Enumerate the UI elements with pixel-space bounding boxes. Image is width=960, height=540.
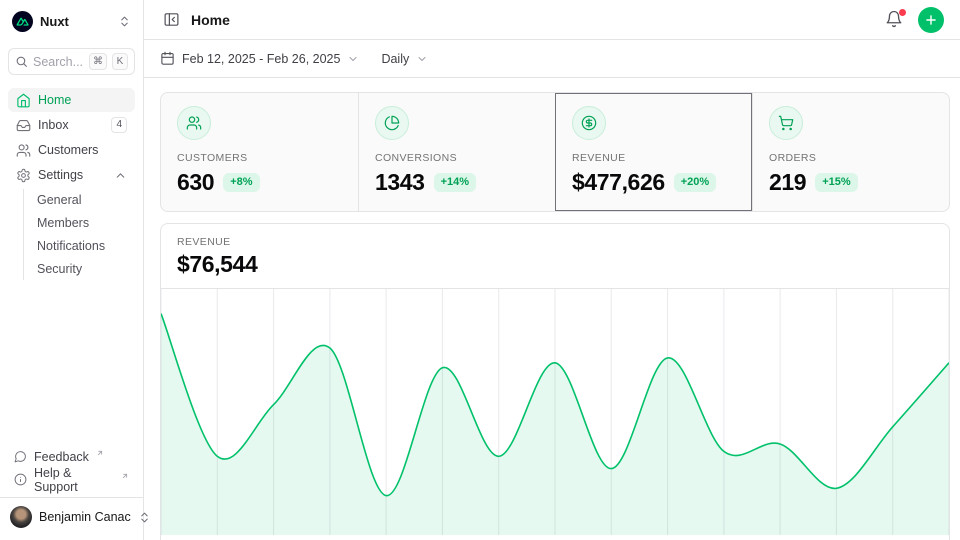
sidebar-item-inbox[interactable]: Inbox 4	[8, 113, 135, 137]
date-range-picker[interactable]: Feb 12, 2025 - Feb 26, 2025	[160, 51, 359, 66]
stat-card-revenue[interactable]: REVENUE $477,626 +20%	[555, 93, 752, 211]
search-input[interactable]	[33, 55, 84, 69]
stat-card-orders[interactable]: ORDERS 219 +15%	[752, 93, 949, 211]
sidebar-subitem-security[interactable]: Security	[24, 258, 135, 280]
home-icon	[16, 93, 31, 108]
content: CUSTOMERS 630 +8% CONVERSIONS 1343 +14% REVENU…	[144, 78, 960, 540]
search-icon	[15, 55, 28, 68]
chevron-up-icon	[114, 169, 127, 182]
pie-chart-icon	[375, 106, 409, 140]
sidebar-item-label: Help & Support	[34, 466, 114, 494]
plus-icon	[924, 13, 938, 27]
settings-icon	[16, 168, 31, 183]
sidebar-item-label: Feedback	[34, 450, 89, 464]
calendar-icon	[160, 51, 175, 66]
stat-delta-badge: +8%	[223, 173, 259, 191]
notification-dot	[899, 9, 906, 16]
sidebar-nav: Home Inbox 4 Customers Settings GeneralMember…	[8, 88, 135, 281]
panel-left-close-icon	[163, 11, 180, 28]
circle-dollar-sign-icon	[572, 106, 606, 140]
stat-label: CUSTOMERS	[177, 152, 342, 164]
sidebar-item-customers[interactable]: Customers	[8, 138, 135, 162]
shopping-cart-icon	[769, 106, 803, 140]
sidebar-children: GeneralMembersNotificationsSecurity	[23, 189, 135, 280]
user-avatar	[10, 506, 32, 528]
nuxt-logo-icon	[12, 11, 33, 32]
stat-delta-badge: +14%	[434, 173, 476, 191]
users-icon	[177, 106, 211, 140]
user-name: Benjamin Canac	[39, 510, 131, 524]
stat-card-customers[interactable]: CUSTOMERS 630 +8%	[161, 93, 358, 211]
stat-value: $477,626	[572, 169, 665, 196]
arrow-up-right-icon	[96, 449, 104, 457]
stat-card-conversions[interactable]: CONVERSIONS 1343 +14%	[358, 93, 555, 211]
sidebar-subitem-general[interactable]: General	[24, 189, 135, 211]
arrow-up-right-icon	[121, 472, 129, 480]
sidebar-subitem-members[interactable]: Members	[24, 212, 135, 234]
inbox-icon	[16, 118, 31, 133]
kbd-k: K	[112, 53, 128, 70]
inbox-count-badge: 4	[111, 117, 127, 133]
sidebar-subitem-notifications[interactable]: Notifications	[24, 235, 135, 257]
brand-name: Nuxt	[40, 14, 69, 29]
info-icon	[14, 473, 27, 486]
page-title: Home	[191, 12, 230, 28]
chevron-down-icon	[347, 53, 359, 65]
stat-delta-badge: +20%	[674, 173, 716, 191]
collapse-sidebar-button[interactable]	[160, 9, 182, 31]
revenue-area-chart[interactable]: 14 Feb16 Feb18 Feb20 Feb22 Feb24 Feb	[161, 289, 949, 540]
stat-delta-badge: +15%	[815, 173, 857, 191]
kbd-meta: ⌘	[89, 53, 107, 70]
period-select[interactable]: Daily	[381, 52, 428, 66]
stat-value: 219	[769, 169, 806, 196]
date-range-label: Feb 12, 2025 - Feb 26, 2025	[182, 52, 340, 66]
stat-value: 630	[177, 169, 214, 196]
sidebar-footer: Feedback Help & Support	[8, 446, 135, 497]
user-menu[interactable]: Benjamin Canac	[0, 497, 143, 532]
sidebar-item-label: Inbox	[38, 118, 69, 132]
sidebar-item-feedback[interactable]: Feedback	[8, 446, 135, 467]
sidebar: Nuxt ⌘ K Home Inbox 4 Customers Settings Gene…	[0, 0, 144, 540]
main-area: Home Feb 12, 2025 - Feb 26, 2025 Daily C…	[144, 0, 960, 540]
sidebar-item-label: Home	[38, 93, 71, 107]
chevrons-up-down-icon	[118, 15, 131, 28]
message-circle-icon	[14, 450, 27, 463]
filters-toolbar: Feb 12, 2025 - Feb 26, 2025 Daily	[144, 40, 960, 78]
stat-label: CONVERSIONS	[375, 152, 539, 164]
users-icon	[16, 143, 31, 158]
chart-label: REVENUE	[177, 236, 933, 248]
topbar: Home	[144, 0, 960, 40]
stat-label: ORDERS	[769, 152, 933, 164]
sidebar-item-label: Customers	[38, 143, 98, 157]
team-switcher[interactable]: Nuxt	[8, 8, 135, 35]
search-box[interactable]: ⌘ K	[8, 48, 135, 75]
stats-panel: CUSTOMERS 630 +8% CONVERSIONS 1343 +14% REVENU…	[160, 92, 950, 212]
stat-label: REVENUE	[572, 152, 736, 164]
revenue-chart-card: REVENUE $76,544 14 Feb16 Feb18 Feb20 Feb…	[160, 223, 950, 540]
chevron-down-icon	[416, 53, 428, 65]
stat-value: 1343	[375, 169, 425, 196]
sidebar-item-help-support[interactable]: Help & Support	[8, 469, 135, 490]
period-label: Daily	[381, 52, 409, 66]
sidebar-item-settings[interactable]: Settings	[8, 163, 135, 187]
chart-value: $76,544	[177, 251, 933, 278]
sidebar-item-label: Settings	[38, 168, 83, 182]
chart-header: REVENUE $76,544	[161, 224, 949, 289]
add-button[interactable]	[918, 7, 944, 33]
notifications-button[interactable]	[885, 10, 905, 30]
sidebar-item-home[interactable]: Home	[8, 88, 135, 112]
